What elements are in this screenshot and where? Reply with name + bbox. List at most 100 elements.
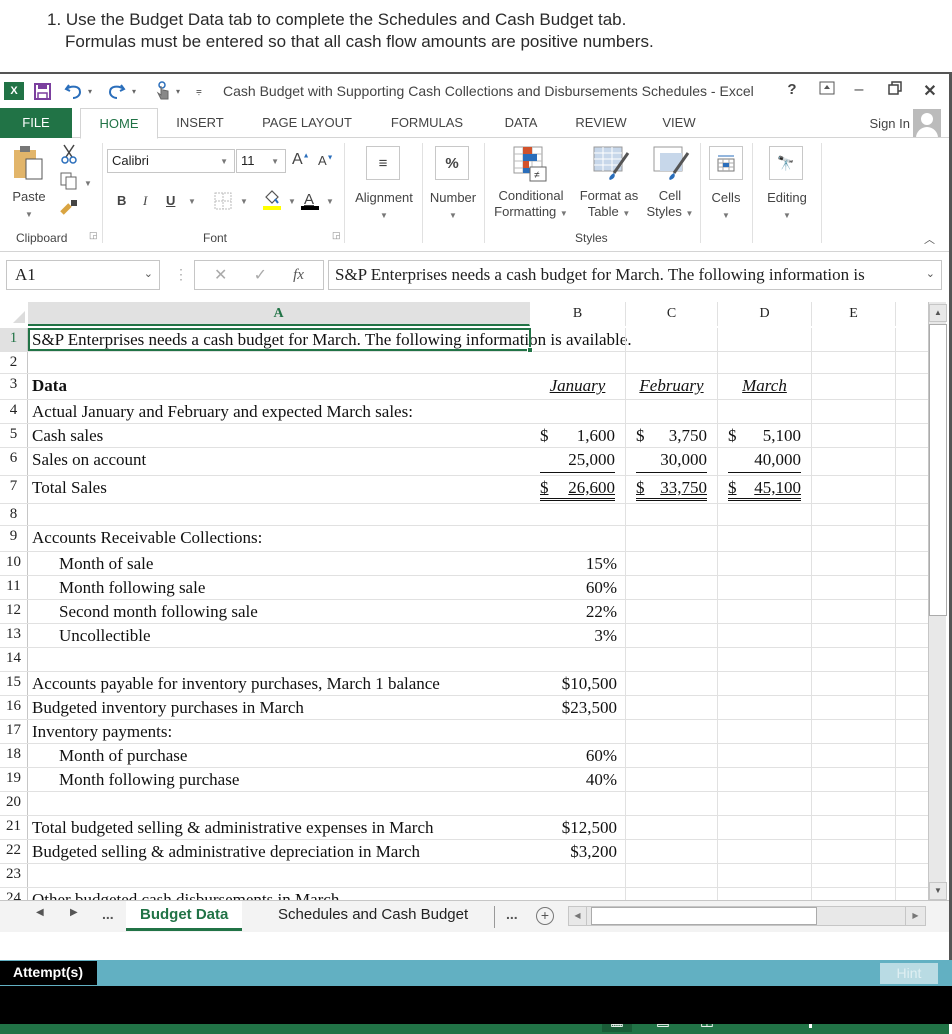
cell-styles-icon[interactable] bbox=[652, 145, 692, 181]
minimize-icon[interactable]: – bbox=[848, 81, 870, 99]
cell-b10[interactable]: 15% bbox=[530, 552, 626, 575]
cell-c24[interactable] bbox=[626, 888, 718, 900]
cell-a19[interactable]: Month following purchase bbox=[28, 768, 530, 791]
row-header[interactable]: 21 bbox=[0, 816, 28, 839]
cell-d13[interactable] bbox=[718, 624, 812, 647]
cell-a6[interactable]: Sales on account bbox=[28, 448, 530, 475]
cell-d24[interactable] bbox=[718, 888, 812, 900]
cell-c20[interactable] bbox=[626, 792, 718, 815]
cell-a1[interactable]: S&P Enterprises needs a cash budget for … bbox=[28, 328, 632, 351]
cell-d11[interactable] bbox=[718, 576, 812, 599]
column-header-b[interactable]: B bbox=[530, 302, 626, 326]
next-sheet-icon[interactable]: ▶ bbox=[70, 907, 78, 918]
cell-d12[interactable] bbox=[718, 600, 812, 623]
cell-e14[interactable] bbox=[812, 648, 896, 671]
cell-c16[interactable] bbox=[626, 696, 718, 719]
cell-d6[interactable]: 40,000 bbox=[718, 448, 812, 475]
cell-a9[interactable]: Accounts Receivable Collections: bbox=[28, 526, 530, 551]
cell-f10[interactable] bbox=[896, 552, 928, 575]
cell-b23[interactable] bbox=[530, 864, 626, 887]
undo-dropdown-icon[interactable]: ▾ bbox=[88, 80, 92, 102]
cells-button[interactable]: Cells ▼ bbox=[704, 190, 748, 224]
copy-dropdown-icon[interactable]: ▼ bbox=[84, 179, 92, 188]
cell-f19[interactable] bbox=[896, 768, 928, 791]
conditional-formatting-button[interactable]: Conditional Formatting ▼ bbox=[488, 188, 574, 222]
alignment-button[interactable]: Alignment ▼ bbox=[348, 190, 420, 224]
cell-f23[interactable] bbox=[896, 864, 928, 887]
cell-b18[interactable]: 60% bbox=[530, 744, 626, 767]
cell-f21[interactable] bbox=[896, 816, 928, 839]
cell-d23[interactable] bbox=[718, 864, 812, 887]
cell-f3[interactable] bbox=[896, 374, 928, 399]
row-header[interactable]: 11 bbox=[0, 576, 28, 599]
cell-d9[interactable] bbox=[718, 526, 812, 551]
redo-icon[interactable] bbox=[106, 82, 126, 100]
avatar[interactable] bbox=[913, 109, 941, 137]
cell-e2[interactable] bbox=[812, 352, 896, 373]
cell-a14[interactable] bbox=[28, 648, 530, 671]
row-header[interactable]: 23 bbox=[0, 864, 28, 887]
cell-c3[interactable]: February bbox=[626, 374, 718, 399]
cell-c1[interactable] bbox=[626, 328, 718, 351]
alignment-icon[interactable]: ≡ bbox=[366, 146, 400, 180]
cell-d5[interactable]: $5,100 bbox=[718, 424, 812, 447]
row-header[interactable]: 8 bbox=[0, 504, 28, 525]
shrink-font-icon[interactable]: A▼ bbox=[318, 153, 334, 168]
cell-f17[interactable] bbox=[896, 720, 928, 743]
cell-a5[interactable]: Cash sales bbox=[28, 424, 530, 447]
cell-c5[interactable]: $3,750 bbox=[626, 424, 718, 447]
cell-e15[interactable] bbox=[812, 672, 896, 695]
scroll-up-icon[interactable]: ▲ bbox=[929, 304, 947, 322]
cell-a24[interactable]: Other budgeted cash disbursements in Mar… bbox=[28, 888, 530, 900]
cells-icon[interactable] bbox=[709, 146, 743, 180]
column-header-e[interactable]: E bbox=[812, 302, 896, 326]
cell-styles-button[interactable]: Cell Styles ▼ bbox=[642, 188, 698, 222]
cell-e24[interactable] bbox=[812, 888, 896, 900]
sheet-tab-budget-data[interactable]: Budget Data bbox=[126, 901, 243, 931]
cell-c17[interactable] bbox=[626, 720, 718, 743]
underline-dropdown-icon[interactable]: ▼ bbox=[188, 197, 196, 206]
tab-insert[interactable]: INSERT bbox=[170, 108, 230, 138]
row-header[interactable]: 2 bbox=[0, 352, 28, 373]
cell-a4[interactable]: Actual January and February and expected… bbox=[28, 400, 530, 423]
column-header-d[interactable]: D bbox=[718, 302, 812, 326]
cell-b1[interactable] bbox=[530, 328, 626, 351]
cell-e13[interactable] bbox=[812, 624, 896, 647]
row-header[interactable]: 10 bbox=[0, 552, 28, 575]
format-painter-icon[interactable] bbox=[60, 199, 80, 215]
cell-c19[interactable] bbox=[626, 768, 718, 791]
cell-c13[interactable] bbox=[626, 624, 718, 647]
row-header[interactable]: 1 bbox=[0, 328, 28, 351]
cell-b20[interactable] bbox=[530, 792, 626, 815]
add-sheet-icon[interactable]: + bbox=[536, 907, 554, 925]
underline-button[interactable]: U bbox=[166, 193, 175, 208]
editing-button[interactable]: Editing ▼ bbox=[760, 190, 814, 224]
cell-f14[interactable] bbox=[896, 648, 928, 671]
cell-d17[interactable] bbox=[718, 720, 812, 743]
cell-d4[interactable] bbox=[718, 400, 812, 423]
cell-b9[interactable] bbox=[530, 526, 626, 551]
cell-b22[interactable]: $3,200 bbox=[530, 840, 626, 863]
row-header[interactable]: 18 bbox=[0, 744, 28, 767]
font-launcher-icon[interactable]: ◲ bbox=[332, 230, 341, 241]
number-format-icon[interactable]: % bbox=[435, 146, 469, 180]
help-button[interactable]: ? bbox=[781, 81, 803, 98]
copy-icon[interactable] bbox=[60, 172, 78, 190]
ribbon-display-options-icon[interactable] bbox=[816, 81, 838, 100]
sheet-tab-schedules-cash-budget[interactable]: Schedules and Cash Budget bbox=[264, 901, 482, 931]
cell-f6[interactable] bbox=[896, 448, 928, 475]
cell-d15[interactable] bbox=[718, 672, 812, 695]
cell-b24[interactable] bbox=[530, 888, 626, 900]
cell-a23[interactable] bbox=[28, 864, 530, 887]
cell-c8[interactable] bbox=[626, 504, 718, 525]
horizontal-scrollbar[interactable]: ◀ ▶ bbox=[568, 906, 926, 926]
row-header[interactable]: 3 bbox=[0, 374, 28, 399]
customize-toolbar-icon[interactable]: ⩦ bbox=[196, 80, 202, 102]
sign-in[interactable]: Sign In bbox=[870, 108, 941, 138]
cell-c4[interactable] bbox=[626, 400, 718, 423]
cell-b15[interactable]: $10,500 bbox=[530, 672, 626, 695]
column-header-a[interactable]: A bbox=[28, 302, 530, 326]
fill-color-icon[interactable] bbox=[262, 189, 282, 211]
cell-a2[interactable] bbox=[28, 352, 530, 373]
cell-b19[interactable]: 40% bbox=[530, 768, 626, 791]
